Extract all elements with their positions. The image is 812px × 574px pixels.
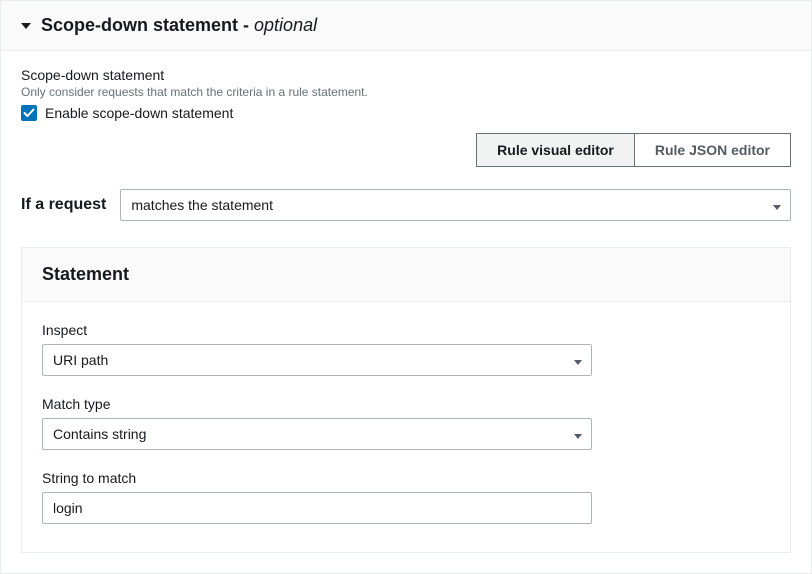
scope-description: Only consider requests that match the cr… bbox=[21, 85, 791, 99]
panel-title-sep: - bbox=[238, 15, 254, 35]
match-type-label: Match type bbox=[42, 396, 770, 412]
string-to-match-label: String to match bbox=[42, 470, 770, 486]
statement-body: Inspect URI path Match type Contains str… bbox=[22, 302, 790, 552]
inspect-label: Inspect bbox=[42, 322, 770, 338]
statement-header: Statement bbox=[22, 248, 790, 302]
request-match-select-wrap: matches the statement bbox=[120, 189, 791, 221]
match-type-selected: Contains string bbox=[53, 426, 146, 442]
panel-title-main: Scope-down statement bbox=[41, 15, 238, 35]
request-match-selected: matches the statement bbox=[131, 197, 273, 213]
scope-down-panel: Scope-down statement - optional Scope-do… bbox=[0, 0, 812, 574]
match-type-select-wrap: Contains string bbox=[42, 418, 592, 450]
match-type-group: Match type Contains string bbox=[42, 396, 770, 450]
panel-title: Scope-down statement - optional bbox=[41, 15, 317, 36]
request-match-select[interactable]: matches the statement bbox=[120, 189, 791, 221]
inspect-select[interactable]: URI path bbox=[42, 344, 592, 376]
string-to-match-group: String to match bbox=[42, 470, 770, 524]
inspect-select-wrap: URI path bbox=[42, 344, 592, 376]
rule-json-editor-button[interactable]: Rule JSON editor bbox=[634, 134, 790, 166]
rule-visual-editor-button[interactable]: Rule visual editor bbox=[477, 134, 634, 166]
statement-title: Statement bbox=[42, 264, 770, 285]
enable-scope-checkbox-label: Enable scope-down statement bbox=[45, 105, 233, 121]
scope-label: Scope-down statement bbox=[21, 67, 791, 83]
editor-toggle-group: Rule visual editor Rule JSON editor bbox=[21, 133, 791, 167]
inspect-selected: URI path bbox=[53, 352, 108, 368]
panel-title-optional: optional bbox=[254, 15, 317, 35]
enable-scope-checkbox[interactable] bbox=[21, 105, 37, 121]
if-request-label: If a request bbox=[21, 196, 106, 214]
inspect-group: Inspect URI path bbox=[42, 322, 770, 376]
string-to-match-input[interactable] bbox=[42, 492, 592, 524]
collapse-caret-icon bbox=[21, 23, 31, 29]
check-icon bbox=[23, 107, 35, 119]
match-type-select[interactable]: Contains string bbox=[42, 418, 592, 450]
enable-scope-checkbox-row: Enable scope-down statement bbox=[21, 105, 791, 121]
editor-segmented-control: Rule visual editor Rule JSON editor bbox=[476, 133, 791, 167]
statement-panel: Statement Inspect URI path Match type bbox=[21, 247, 791, 553]
if-request-row: If a request matches the statement bbox=[21, 189, 791, 221]
panel-body: Scope-down statement Only consider reque… bbox=[1, 51, 811, 573]
panel-header[interactable]: Scope-down statement - optional bbox=[1, 1, 811, 51]
